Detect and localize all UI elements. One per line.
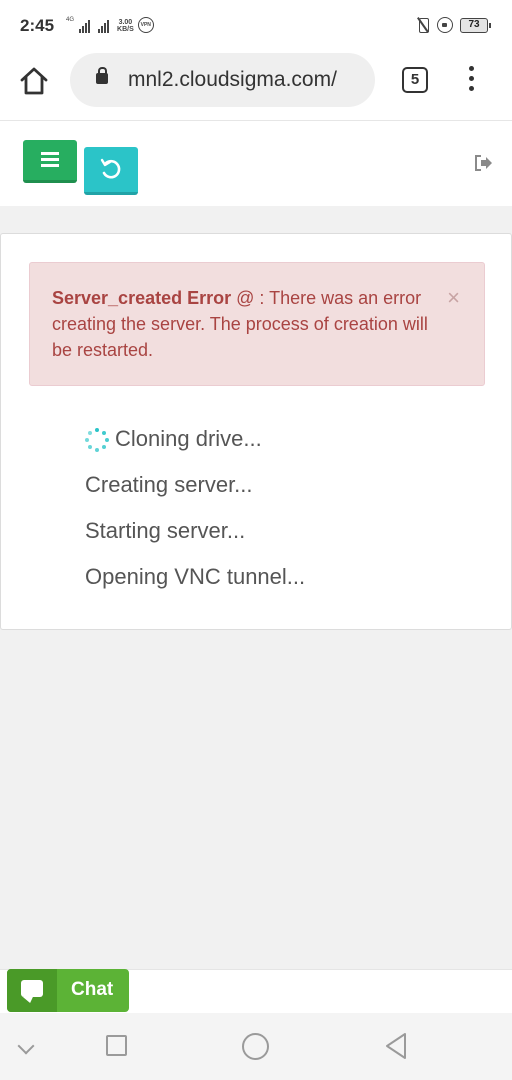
- address-bar[interactable]: mnl2.cloudsigma.com/: [70, 53, 375, 107]
- status-bar: 2:45 4G 3.00 KB/S VPN 73: [0, 0, 512, 50]
- step-label: Creating server...: [85, 472, 253, 497]
- step-opening-vnc: Opening VNC tunnel...: [85, 562, 305, 608]
- spinner-icon: [85, 428, 109, 452]
- refresh-icon: [100, 158, 121, 179]
- signal-icon-secondary: [98, 20, 110, 33]
- kebab-menu-icon[interactable]: [466, 66, 476, 94]
- step-starting-server: Starting server...: [85, 516, 305, 562]
- chat-icon-area: [7, 969, 57, 1012]
- rotation-lock-icon: [437, 17, 453, 33]
- alert-title: Server_created Error: [52, 288, 232, 308]
- logout-icon[interactable]: [474, 155, 494, 171]
- step-creating-server: Creating server...: [85, 470, 305, 516]
- progress-card: Server_created Error @ : There was an er…: [0, 233, 512, 630]
- chat-label: Chat: [71, 979, 114, 1000]
- speed-unit: KB/S: [117, 26, 134, 33]
- recents-button[interactable]: [106, 1035, 127, 1056]
- browser-toolbar: mnl2.cloudsigma.com/ 5: [0, 50, 512, 120]
- battery-icon: 73: [460, 17, 491, 33]
- step-label: Starting server...: [85, 518, 246, 543]
- chat-button[interactable]: Chat: [7, 969, 129, 1012]
- error-alert: Server_created Error @ : There was an er…: [29, 262, 485, 386]
- speed-value: 3.00: [118, 19, 133, 26]
- alert-close-button[interactable]: ×: [447, 285, 460, 311]
- collapse-chevron-icon[interactable]: [17, 1037, 35, 1055]
- step-cloning-drive: Cloning drive...: [85, 424, 305, 470]
- status-time: 2:45: [20, 16, 55, 35]
- android-nav-bar: [0, 1013, 512, 1080]
- step-label: Cloning drive...: [115, 426, 262, 451]
- data-speed: 3.00 KB/S: [117, 19, 134, 33]
- status-icons-right: 73: [416, 17, 491, 33]
- tab-switcher-button[interactable]: 5: [402, 67, 428, 93]
- step-label: Opening VNC tunnel...: [85, 564, 306, 589]
- app-header: [0, 120, 512, 206]
- url-text: mnl2.cloudsigma.com/: [128, 68, 337, 91]
- home-nav-button[interactable]: [242, 1033, 269, 1060]
- lock-icon: [96, 67, 108, 84]
- signal-icon: [79, 20, 91, 33]
- back-nav-button[interactable]: [384, 1032, 408, 1060]
- status-icons-left: 4G 3.00 KB/S VPN: [66, 17, 154, 33]
- vpn-icon: VPN: [137, 17, 154, 33]
- home-icon[interactable]: [18, 65, 50, 97]
- chat-bubble-icon: [21, 980, 43, 997]
- progress-steps: Cloning drive... Creating server... Star…: [85, 424, 305, 608]
- refresh-button[interactable]: [84, 147, 138, 195]
- network-type-label: 4G: [66, 17, 75, 23]
- menu-button[interactable]: [23, 140, 77, 183]
- vibrate-icon: [416, 17, 430, 33]
- hamburger-icon: [41, 152, 59, 155]
